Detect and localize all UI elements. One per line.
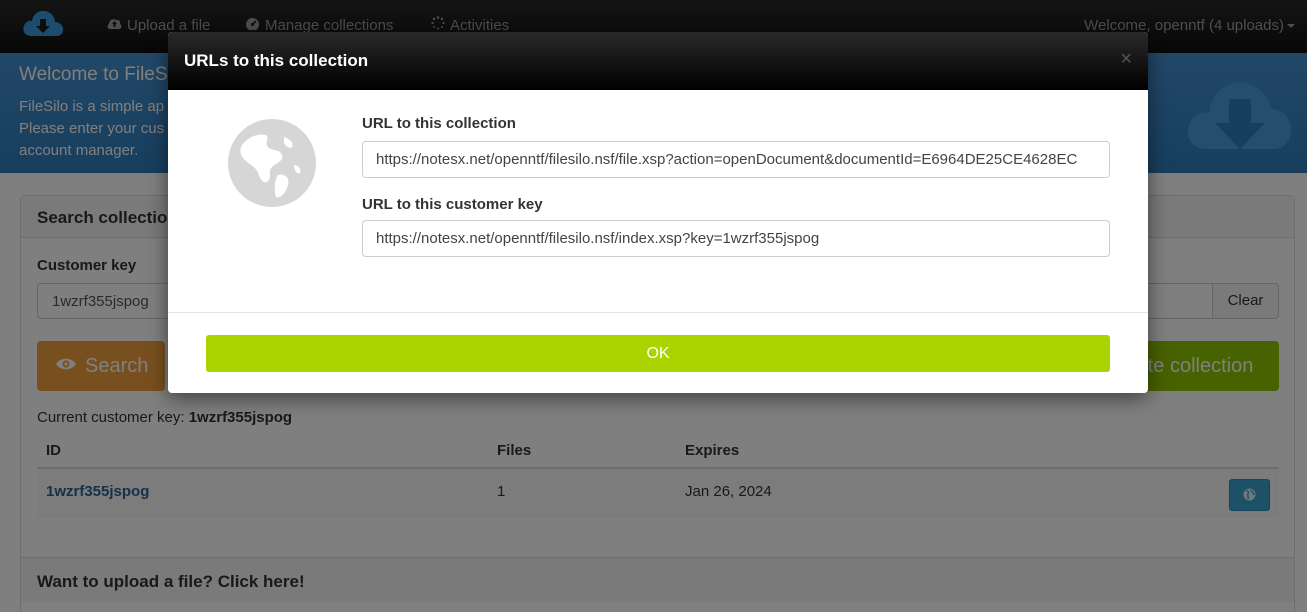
collection-url-label: URL to this collection (362, 115, 516, 132)
modal-title: URLs to this collection (184, 51, 369, 70)
globe-icon (228, 119, 316, 212)
close-icon[interactable]: × (1120, 49, 1132, 69)
urls-modal: URLs to this collection × URL to this co… (168, 32, 1148, 393)
ok-button[interactable]: OK (206, 335, 1110, 372)
collection-url-field[interactable] (362, 141, 1110, 178)
modal-footer: OK (168, 312, 1148, 393)
modal-header: URLs to this collection × (168, 32, 1148, 90)
customer-key-url-label: URL to this customer key (362, 196, 543, 213)
customer-key-url-field[interactable] (362, 220, 1110, 257)
